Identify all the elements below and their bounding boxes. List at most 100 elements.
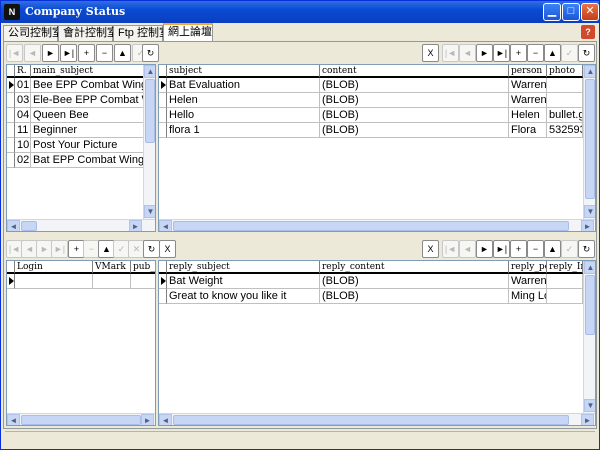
scroll-left-icon[interactable]: ◄ — [7, 220, 20, 231]
close-post-button[interactable]: X — [422, 44, 439, 62]
table-row[interactable]: 04 Queen Bee — [7, 108, 145, 123]
scroll-thumb[interactable] — [173, 415, 569, 425]
scroll-left-icon[interactable]: ◄ — [7, 414, 20, 425]
topics-navigator: |◄ ◄ ► ►| + − ▲ ✓ — [6, 44, 156, 66]
post-reply-button[interactable]: ✓ — [561, 240, 578, 258]
table-row[interactable]: Great to know you like it (BLOB) Ming Lo… — [159, 289, 583, 304]
last-reply-button[interactable]: ►| — [493, 240, 510, 258]
next-reply-button[interactable]: ► — [476, 240, 493, 258]
scroll-thumb[interactable] — [585, 275, 595, 335]
scroll-up-icon[interactable]: ▲ — [584, 65, 595, 78]
table-row[interactable]: 03 Ele-Bee EPP Combat Wing — [7, 93, 145, 108]
scroll-left-icon[interactable]: ◄ — [159, 220, 172, 231]
company-status-window: N Company Status ▁ □ ✕ 公司控制室 會計控制室 Ftp 控… — [0, 0, 600, 450]
column-header-pub-t[interactable]: pub_t — [131, 261, 155, 274]
insert-post-button[interactable]: + — [510, 44, 527, 62]
help-button[interactable]: ? — [581, 25, 595, 39]
scroll-down-icon[interactable]: ▼ — [584, 399, 595, 412]
scroll-left-icon[interactable]: ◄ — [159, 414, 172, 425]
delete-reply-button[interactable]: − — [527, 240, 544, 258]
edit-post-button[interactable]: ▲ — [544, 44, 561, 62]
table-row[interactable] — [7, 274, 155, 289]
refresh-posts-button[interactable]: ↻ — [578, 44, 595, 62]
column-header-reply-in[interactable]: reply_In — [547, 261, 583, 274]
insert-record-button[interactable]: + — [78, 44, 95, 62]
scroll-right-icon[interactable]: ► — [581, 414, 594, 425]
current-row-indicator-icon — [161, 277, 166, 285]
table-row[interactable]: 02 Bat EPP Combat Wing — [7, 153, 145, 168]
refresh-users-button[interactable]: ↻ — [143, 240, 160, 258]
last-post-button[interactable]: ►| — [493, 44, 510, 62]
table-row[interactable]: flora 1 (BLOB) Flora 532593 — [159, 123, 583, 138]
column-header-reply-subject[interactable]: reply_subject — [167, 261, 320, 274]
table-row[interactable]: Bat Evaluation (BLOB) Warren C — [159, 78, 583, 93]
column-header-reply-person[interactable]: reply_pers — [509, 261, 547, 274]
delete-record-button[interactable]: − — [96, 44, 113, 62]
edit-record-button[interactable]: ▲ — [114, 44, 131, 62]
close-reply-button[interactable]: X — [422, 240, 439, 258]
next-post-button[interactable]: ► — [476, 44, 493, 62]
prior-record-button[interactable]: ◄ — [24, 44, 41, 62]
tab-accounting-control[interactable]: 會計控制室 — [58, 25, 118, 42]
last-record-button[interactable]: ►| — [60, 44, 77, 62]
first-post-button[interactable]: |◄ — [442, 44, 459, 62]
table-row[interactable]: Hello (BLOB) Helen bullet.g — [159, 108, 583, 123]
column-header-photo[interactable]: photo — [547, 65, 583, 78]
last-user-button[interactable]: ►| — [51, 240, 68, 258]
users-grid: Login VMark pub_t ◄ ► — [6, 260, 156, 426]
scroll-right-icon[interactable]: ► — [581, 220, 594, 231]
scroll-right-icon[interactable]: ► — [141, 414, 154, 425]
title-bar: N Company Status ▁ □ ✕ — [1, 1, 599, 23]
posts-vertical-scrollbar[interactable]: ▲ ▼ — [583, 65, 595, 219]
replies-horizontal-scrollbar[interactable]: ◄ ► — [159, 413, 595, 425]
refresh-topics-button[interactable]: ↻ — [142, 44, 159, 62]
next-record-button[interactable]: ► — [42, 44, 59, 62]
scroll-thumb[interactable] — [585, 79, 595, 199]
table-row[interactable]: Helen (BLOB) Warren C — [159, 93, 583, 108]
scroll-down-icon[interactable]: ▼ — [144, 205, 155, 218]
scroll-thumb[interactable] — [21, 415, 141, 425]
post-post-button[interactable]: ✓ — [561, 44, 578, 62]
maximize-button[interactable]: □ — [562, 3, 580, 21]
users-grid-header: Login VMark pub_t — [7, 261, 155, 274]
scroll-up-icon[interactable]: ▲ — [584, 261, 595, 274]
prior-reply-button[interactable]: ◄ — [459, 240, 476, 258]
table-row[interactable]: 01 Bee EPP Combat Wing — [7, 78, 145, 93]
insert-reply-button[interactable]: + — [510, 240, 527, 258]
table-row[interactable]: Bat Weight (BLOB) Warren C — [159, 274, 583, 289]
table-row[interactable]: 11 Beginner — [7, 123, 145, 138]
column-header-main-subject[interactable]: main_subject — [31, 65, 145, 78]
scroll-down-icon[interactable]: ▼ — [584, 205, 595, 218]
minimize-button[interactable]: ▁ — [543, 3, 561, 21]
topics-vertical-scrollbar[interactable]: ▲ ▼ — [143, 65, 155, 219]
tab-ftp-control[interactable]: Ftp 控制室 — [113, 25, 170, 42]
column-header-login[interactable]: Login — [15, 261, 93, 274]
replies-vertical-scrollbar[interactable]: ▲ ▼ — [583, 261, 595, 413]
column-header-vmark[interactable]: VMark — [93, 261, 131, 274]
topics-horizontal-scrollbar[interactable]: ◄ ► — [7, 219, 155, 231]
column-header-reply-content[interactable]: reply_content — [320, 261, 509, 274]
refresh-replies-button[interactable]: ↻ — [578, 240, 595, 258]
column-header-r[interactable]: R. — [15, 65, 31, 78]
posts-horizontal-scrollbar[interactable]: ◄ ► — [159, 219, 595, 231]
column-header-subject[interactable]: subject — [167, 65, 320, 78]
scroll-right-icon[interactable]: ► — [129, 220, 142, 231]
table-row[interactable]: 10 Post Your Picture — [7, 138, 145, 153]
scroll-thumb[interactable] — [21, 221, 37, 231]
tab-online-forum[interactable]: 網上論壇 — [163, 23, 213, 42]
column-header-content[interactable]: content — [320, 65, 509, 78]
scroll-thumb[interactable] — [173, 221, 569, 231]
prior-post-button[interactable]: ◄ — [459, 44, 476, 62]
scroll-thumb[interactable] — [145, 79, 155, 143]
first-reply-button[interactable]: |◄ — [442, 240, 459, 258]
close-users-button[interactable]: X — [159, 240, 176, 258]
delete-post-button[interactable]: − — [527, 44, 544, 62]
users-horizontal-scrollbar[interactable]: ◄ ► — [7, 413, 155, 425]
column-header-person[interactable]: person — [509, 65, 547, 78]
close-button[interactable]: ✕ — [581, 3, 599, 21]
current-row-indicator-icon — [161, 81, 166, 89]
first-record-button[interactable]: |◄ — [6, 44, 23, 62]
edit-reply-button[interactable]: ▲ — [544, 240, 561, 258]
tab-company-control[interactable]: 公司控制室 — [3, 25, 63, 42]
scroll-up-icon[interactable]: ▲ — [144, 65, 155, 78]
